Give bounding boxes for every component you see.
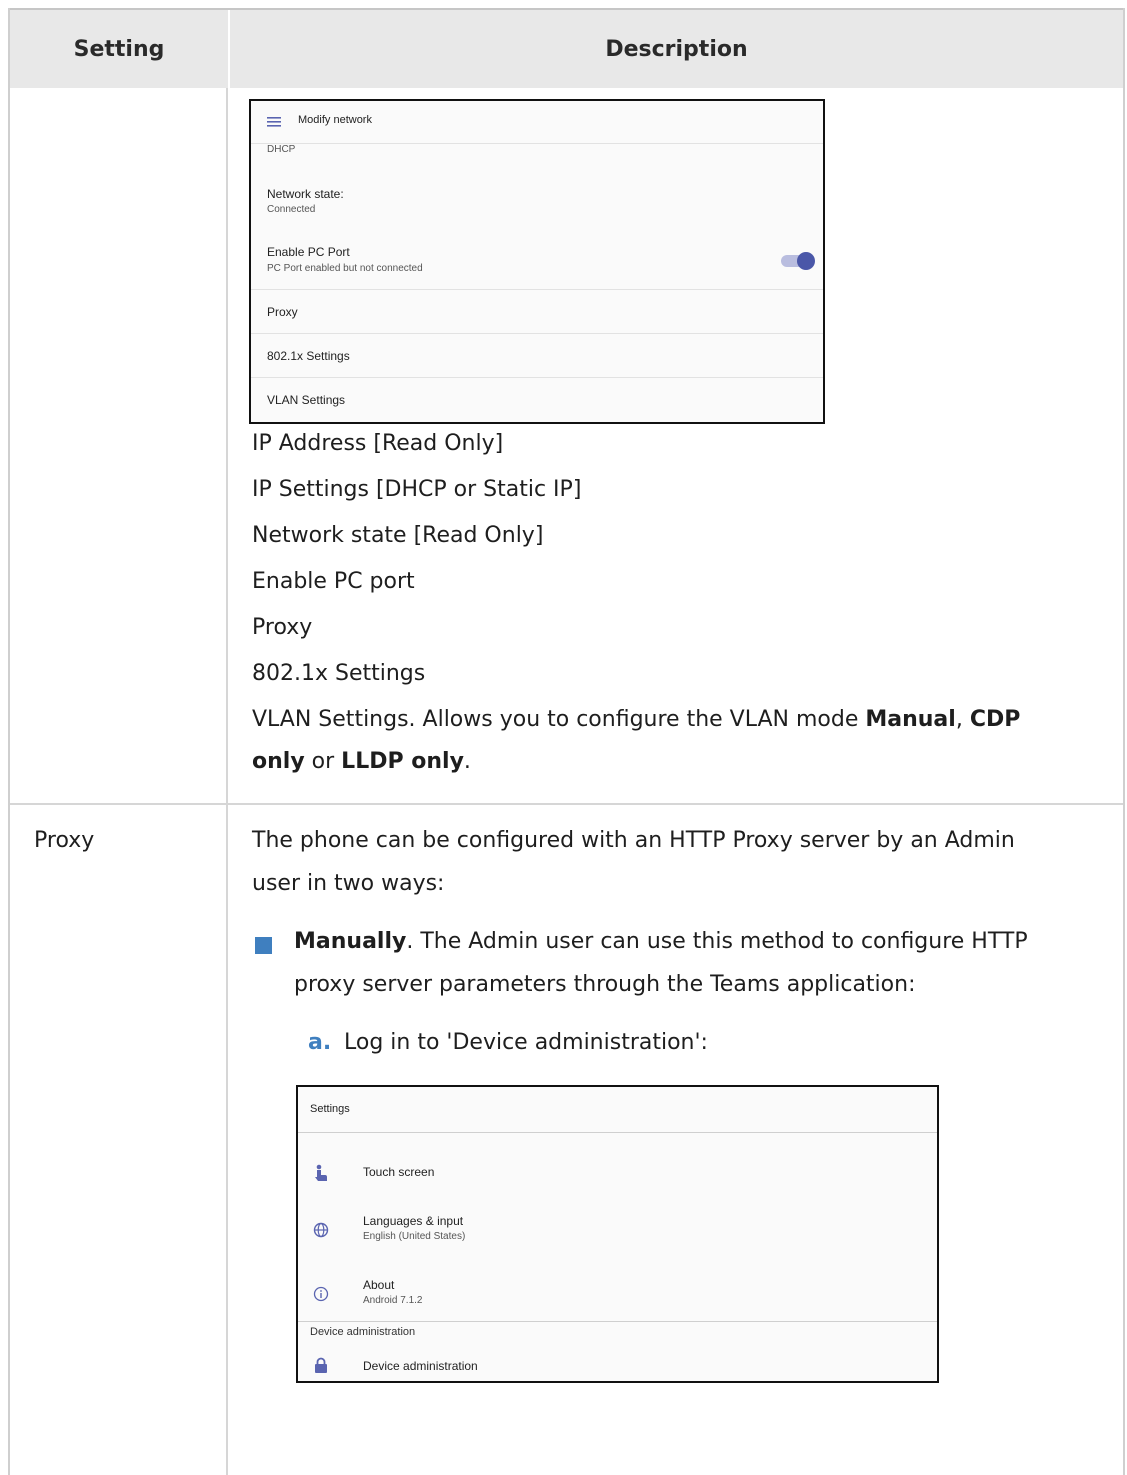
setting-proxy: Proxy — [34, 828, 95, 853]
vlan-item[interactable]: VLAN Settings — [267, 393, 345, 407]
network-state-value: Connected — [267, 204, 316, 215]
divider — [251, 377, 823, 378]
hamburger-menu-icon — [267, 114, 281, 127]
bullet-square — [255, 937, 272, 954]
row-divider — [10, 803, 1123, 805]
divider — [251, 289, 823, 290]
touch-screen-icon — [313, 1164, 329, 1182]
header-setting: Setting — [73, 36, 165, 62]
vlan-mode-manual: Manual — [865, 707, 956, 732]
column-divider — [226, 88, 228, 1475]
bullet-manually: Manually. The Admin user can use this me… — [294, 926, 1028, 958]
settings-table: Setting Description Modify network DHCP … — [8, 8, 1125, 1475]
lock-icon — [314, 1357, 328, 1373]
divider — [298, 1321, 937, 1322]
network-state-label: Network state: — [267, 187, 344, 201]
step-letter: a. — [308, 1030, 332, 1055]
bullet-manually-line2: proxy server parameters through the Team… — [294, 972, 916, 997]
header-description: Description — [605, 36, 748, 62]
device-admin-item[interactable]: Device administration — [363, 1359, 478, 1373]
dhcp-label: DHCP — [267, 144, 296, 155]
bullet-manually-rest: . The Admin user can use this method to … — [406, 929, 1028, 954]
touch-screen-item[interactable]: Touch screen — [363, 1165, 434, 1179]
enable-pc-port-label[interactable]: Enable PC Port — [267, 245, 350, 259]
settings-screenshot: Settings Touch screen Languages & input … — [296, 1085, 939, 1383]
table-border-left — [8, 8, 10, 1475]
vlan-mode-cdp: CDP — [969, 707, 1021, 732]
desc-line-proxy: Proxy — [252, 615, 313, 640]
vlan-mode-lldp: LLDP only — [341, 749, 464, 774]
table-border-right — [1123, 8, 1125, 1475]
divider — [251, 143, 823, 144]
toggle-knob — [797, 252, 815, 270]
bullet-manually-bold: Manually — [294, 929, 407, 954]
table-header: Setting Description — [10, 10, 1123, 88]
globe-icon — [313, 1222, 329, 1238]
modify-network-title: Modify network — [298, 114, 372, 126]
about-item[interactable]: About — [363, 1278, 394, 1292]
desc-line-dot1x: 802.1x Settings — [252, 661, 426, 686]
vlan-text-or: or — [304, 749, 342, 774]
desc-line-ip-address: IP Address [Read Only] — [252, 431, 504, 456]
settings-title: Settings — [310, 1103, 350, 1115]
desc-line-enable-pc-port: Enable PC port — [252, 569, 415, 594]
desc-line-vlan-cont: only or LLDP only. — [252, 746, 471, 778]
desc-line-ip-settings: IP Settings [DHCP or Static IP] — [252, 477, 582, 502]
desc-line-network-state: Network state [Read Only] — [252, 523, 544, 548]
info-icon — [313, 1286, 329, 1302]
proxy-intro-line1: The phone can be configured with an HTTP… — [252, 828, 1015, 853]
vlan-mode-cdp-only: only — [252, 749, 305, 774]
enable-pc-port-toggle[interactable] — [781, 252, 815, 270]
proxy-intro-line2: user in two ways: — [252, 871, 445, 896]
step-text: Log in to 'Device administration': — [344, 1030, 708, 1055]
divider — [298, 1132, 937, 1133]
dot1x-item[interactable]: 802.1x Settings — [267, 349, 350, 363]
modify-network-screenshot: Modify network DHCP Network state: Conne… — [249, 99, 825, 424]
enable-pc-port-sub: PC Port enabled but not connected — [267, 263, 423, 274]
device-admin-section: Device administration — [310, 1326, 416, 1338]
about-sub: Android 7.1.2 — [363, 1295, 423, 1306]
vlan-text-prefix: VLAN Settings. Allows you to configure t… — [252, 707, 866, 732]
proxy-item[interactable]: Proxy — [267, 305, 298, 319]
divider — [251, 333, 823, 334]
languages-item[interactable]: Languages & input — [363, 1214, 463, 1228]
vlan-text-period: . — [463, 749, 471, 774]
languages-sub: English (United States) — [363, 1231, 466, 1242]
vlan-text-comma: , — [955, 707, 963, 732]
desc-line-vlan: VLAN Settings. Allows you to configure t… — [252, 704, 1020, 736]
